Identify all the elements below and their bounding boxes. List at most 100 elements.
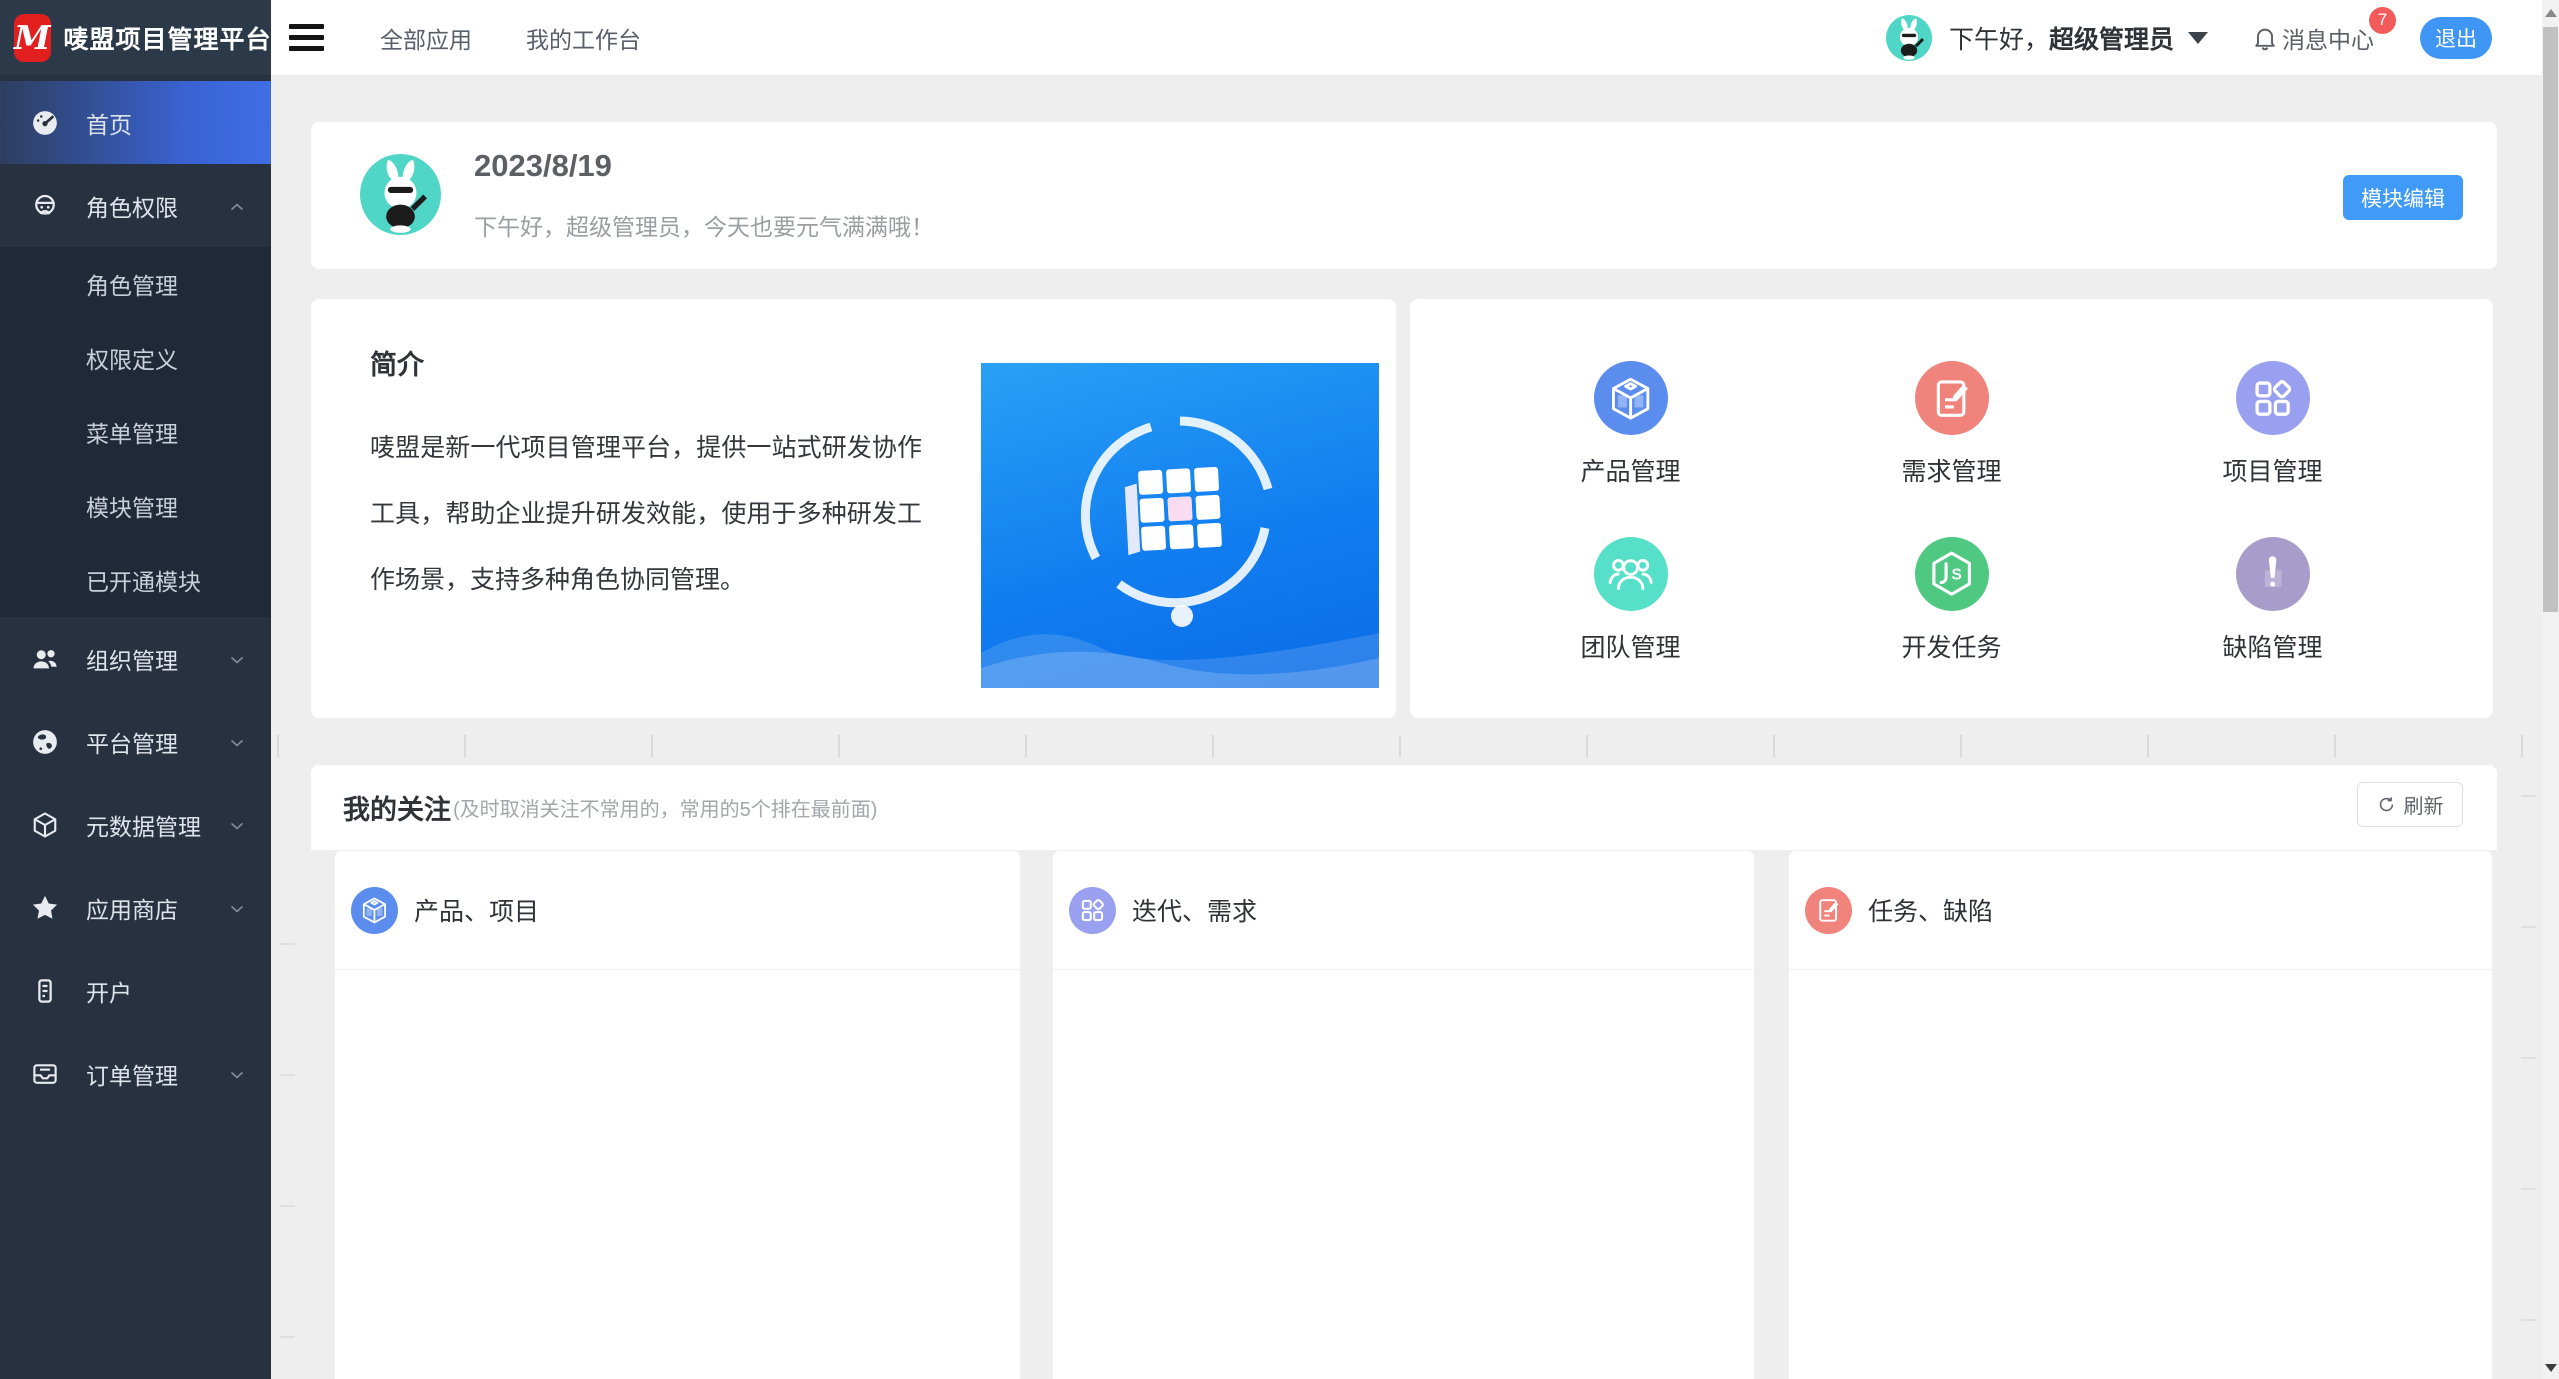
message-count-badge: 7 bbox=[2369, 7, 2396, 34]
module-tile-开发任务[interactable]: S 开发任务 bbox=[1791, 513, 2112, 689]
sidebar-submenu: 角色管理 权限定义 菜单管理 模块管理 已开通模块 bbox=[0, 247, 271, 617]
main-content: 2023/8/19 下午好，超级管理员，今天也要元气满满哦！ 模块编辑 简介 唛… bbox=[271, 75, 2542, 1379]
intro-title: 简介 bbox=[370, 343, 424, 382]
modules-card: 产品管理 需求管理 项目管理 团队管理 S 开发任务 缺陷管理 bbox=[1410, 299, 2493, 718]
welcome-card: 2023/8/19 下午好，超级管理员，今天也要元气满满哦！ 模块编辑 bbox=[311, 122, 2497, 269]
sidebar-item-开户[interactable]: 开户 bbox=[0, 949, 271, 1032]
username: 超级管理员 bbox=[2049, 26, 2174, 54]
sidebar-item-组织管理[interactable]: 组织管理 bbox=[0, 617, 271, 700]
user-avatar[interactable] bbox=[1886, 15, 1932, 61]
star-icon bbox=[30, 893, 60, 923]
logo-bar: M 唛盟项目管理平台 bbox=[0, 0, 271, 75]
order-icon bbox=[30, 1059, 60, 1089]
scroll-up-arrow-icon[interactable] bbox=[2545, 9, 2557, 17]
sidebar-item-label: 元数据管理 bbox=[86, 808, 201, 842]
org-icon bbox=[30, 644, 60, 674]
message-center[interactable]: 消息中心 7 bbox=[2252, 21, 2374, 55]
vertical-scrollbar[interactable] bbox=[2542, 0, 2559, 1379]
sidebar-item-首页[interactable]: 首页 bbox=[0, 81, 271, 164]
brand-title: 唛盟项目管理平台 bbox=[64, 20, 272, 56]
sidebar-item-label: 角色权限 bbox=[86, 189, 178, 223]
chevron-down-icon bbox=[227, 649, 247, 669]
module-tile-团队管理[interactable]: 团队管理 bbox=[1470, 513, 1791, 689]
module-label: 缺陷管理 bbox=[2222, 628, 2322, 664]
grid-icon bbox=[1069, 887, 1116, 934]
account-icon bbox=[30, 976, 60, 1006]
sidebar-menu: 首页 角色权限 角色管理 权限定义 菜单管理 模块管理 已开通模块 组织管理 平… bbox=[0, 75, 271, 1115]
team-icon bbox=[1594, 537, 1668, 611]
sidebar-item-应用商店[interactable]: 应用商店 bbox=[0, 866, 271, 949]
header-tab-all-apps[interactable]: 全部应用 bbox=[380, 21, 472, 55]
metadata-cube-icon bbox=[30, 810, 60, 840]
grid-icon bbox=[2236, 361, 2310, 435]
sidebar-item-label: 开户 bbox=[86, 974, 132, 1008]
background-row-ticks-right bbox=[2521, 795, 2536, 1379]
background-grid-ticks bbox=[277, 735, 2542, 757]
sidebar-item-角色权限[interactable]: 角色权限 bbox=[0, 164, 271, 247]
sidebar-subitem-已开通模块[interactable]: 已开通模块 bbox=[0, 543, 271, 617]
doc-edit-icon bbox=[1805, 887, 1852, 934]
brand-logo-icon: M bbox=[14, 14, 51, 62]
module-tile-产品管理[interactable]: 产品管理 bbox=[1470, 337, 1791, 513]
sidebar-subitem-模块管理[interactable]: 模块管理 bbox=[0, 469, 271, 543]
refresh-icon bbox=[2377, 795, 2396, 814]
welcome-date: 2023/8/19 bbox=[474, 148, 612, 184]
exclamation-icon bbox=[2236, 537, 2310, 611]
hamburger-menu-icon[interactable] bbox=[289, 24, 324, 51]
refresh-label: 刷新 bbox=[2404, 790, 2444, 819]
chevron-down-icon bbox=[227, 732, 247, 752]
module-tile-项目管理[interactable]: 项目管理 bbox=[2112, 337, 2433, 513]
cube-icon bbox=[1594, 361, 1668, 435]
user-dropdown-caret-icon[interactable] bbox=[2188, 32, 2208, 44]
sidebar-subitem-菜单管理[interactable]: 菜单管理 bbox=[0, 395, 271, 469]
scroll-down-arrow-icon[interactable] bbox=[2545, 1364, 2557, 1372]
chevron-up-icon bbox=[227, 196, 247, 216]
svg-text:S: S bbox=[1951, 567, 1961, 584]
sidebar-item-元数据管理[interactable]: 元数据管理 bbox=[0, 783, 271, 866]
chevron-down-icon bbox=[227, 1064, 247, 1084]
my-follow-panel: 我的关注 (及时取消关注不常用的，常用的5个排在最前面) 刷新 bbox=[311, 765, 2497, 850]
welcome-greeting: 下午好，超级管理员，今天也要元气满满哦！ bbox=[474, 208, 934, 242]
sidebar-subitem-权限定义[interactable]: 权限定义 bbox=[0, 321, 271, 395]
logout-button[interactable]: 退出 bbox=[2420, 17, 2492, 59]
sidebar-item-label: 组织管理 bbox=[86, 642, 178, 676]
sidebar-item-label: 平台管理 bbox=[86, 725, 178, 759]
js-icon: S bbox=[1915, 537, 1989, 611]
refresh-button[interactable]: 刷新 bbox=[2357, 782, 2463, 827]
chevron-down-icon bbox=[227, 898, 247, 918]
chevron-down-icon bbox=[227, 815, 247, 835]
follow-card-products-projects: 产品、项目 bbox=[334, 850, 1021, 1379]
welcome-avatar bbox=[360, 154, 441, 235]
header-right: 下午好，超级管理员 消息中心 7 退出 bbox=[1886, 15, 2542, 61]
globe-icon bbox=[30, 727, 60, 757]
intro-illustration bbox=[981, 363, 1379, 688]
follow-card-tasks-defects: 任务、缺陷 bbox=[1788, 850, 2493, 1379]
module-label: 开发任务 bbox=[1901, 628, 2001, 664]
sidebar-item-label: 订单管理 bbox=[86, 1057, 178, 1091]
follow-card-header: 任务、缺陷 bbox=[1789, 851, 2492, 970]
follow-card-header: 迭代、需求 bbox=[1053, 851, 1754, 970]
follow-card-label: 迭代、需求 bbox=[1132, 892, 1257, 928]
bell-icon bbox=[2252, 25, 2278, 51]
sidebar-item-平台管理[interactable]: 平台管理 bbox=[0, 700, 271, 783]
follow-card-label: 任务、缺陷 bbox=[1868, 892, 1993, 928]
follow-card-iterations-requirements: 迭代、需求 bbox=[1052, 850, 1755, 1379]
user-greeting[interactable]: 下午好，超级管理员 bbox=[1949, 20, 2174, 56]
module-tile-缺陷管理[interactable]: 缺陷管理 bbox=[2112, 513, 2433, 689]
scrollbar-thumb[interactable] bbox=[2543, 27, 2558, 612]
background-row-ticks-left bbox=[280, 943, 295, 1379]
my-follow-title: 我的关注 bbox=[343, 788, 451, 827]
header-tab-my-workbench[interactable]: 我的工作台 bbox=[526, 21, 641, 55]
cube-icon bbox=[351, 887, 398, 934]
app-root: M 唛盟项目管理平台 首页 角色权限 角色管理 权限定义 菜单管理 模块管理 已… bbox=[0, 0, 2559, 1379]
sidebar-item-订单管理[interactable]: 订单管理 bbox=[0, 1032, 271, 1115]
module-edit-button[interactable]: 模块编辑 bbox=[2343, 175, 2463, 220]
follow-card-header: 产品、项目 bbox=[335, 851, 1020, 970]
module-label: 产品管理 bbox=[1580, 452, 1680, 488]
sidebar-subitem-角色管理[interactable]: 角色管理 bbox=[0, 247, 271, 321]
module-tile-需求管理[interactable]: 需求管理 bbox=[1791, 337, 2112, 513]
sidebar-item-label: 应用商店 bbox=[86, 891, 178, 925]
module-label: 团队管理 bbox=[1580, 628, 1680, 664]
role-icon bbox=[30, 191, 60, 221]
message-center-label: 消息中心 bbox=[2282, 21, 2374, 55]
